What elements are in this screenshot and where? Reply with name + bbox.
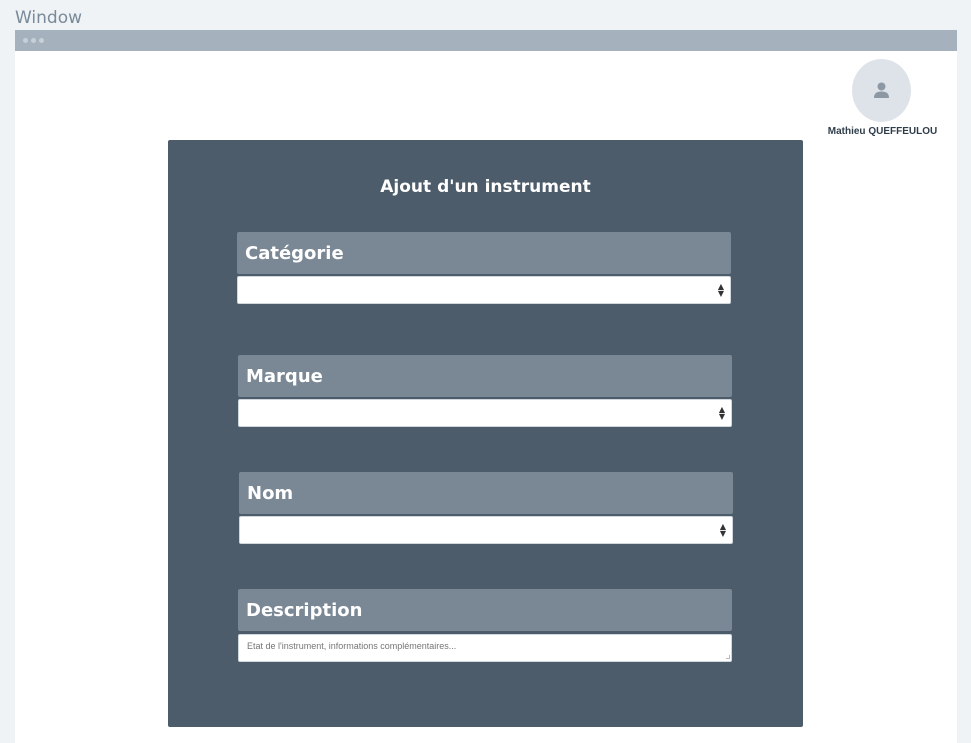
- app-window: Mathieu QUEFFEULOU Ajout d'un instrument…: [15, 30, 957, 743]
- user-name: Mathieu QUEFFEULOU: [827, 126, 938, 137]
- window-titlebar[interactable]: [15, 30, 957, 51]
- window-dot-icon[interactable]: [39, 38, 44, 43]
- nom-select[interactable]: ▲ ▼: [239, 516, 733, 544]
- categorie-select[interactable]: ▲ ▼: [237, 276, 731, 304]
- window-dot-icon[interactable]: [23, 38, 28, 43]
- avatar[interactable]: [852, 59, 911, 122]
- select-arrows-icon: ▲ ▼: [717, 282, 724, 298]
- select-arrows-icon: ▲ ▼: [719, 522, 726, 538]
- description-input[interactable]: [238, 634, 732, 662]
- select-arrows-icon: ▲ ▼: [718, 405, 725, 421]
- categorie-label: Catégorie: [237, 232, 731, 274]
- description-label: Description: [238, 589, 732, 631]
- marque-select[interactable]: ▲ ▼: [238, 399, 732, 427]
- marque-label: Marque: [238, 355, 732, 397]
- add-instrument-form: Ajout d'un instrument Catégorie ▲ ▼ Marqu…: [168, 140, 803, 727]
- user-icon: [874, 82, 889, 98]
- resize-handle-icon[interactable]: [726, 655, 730, 659]
- window-label: Window: [15, 8, 83, 28]
- form-title: Ajout d'un instrument: [380, 177, 591, 197]
- window-dot-icon[interactable]: [31, 38, 36, 43]
- nom-label: Nom: [239, 472, 733, 514]
